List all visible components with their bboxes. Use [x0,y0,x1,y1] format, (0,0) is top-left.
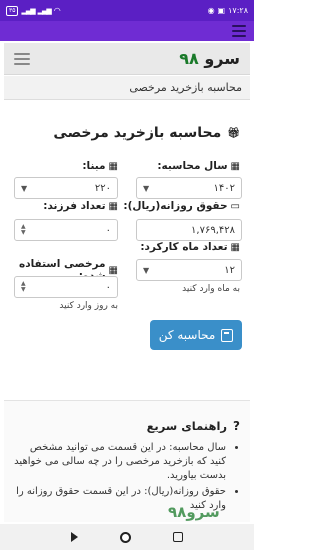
used-value: ۰ [105,281,111,293]
home-icon[interactable] [120,531,131,543]
notification-icon: ▣ [217,6,226,15]
recent-apps-icon[interactable] [173,532,183,542]
signal-icon: ▂▄▆ [21,6,35,15]
calendar-icon: ▦ [108,200,118,212]
stepper-icon[interactable]: ▲ ▼ [21,281,26,293]
calendar-icon: ▦ [108,160,118,172]
used-input[interactable]: ۰ ▲ ▼ [14,276,118,298]
gift-icon: 🎁︎ [227,127,240,139]
back-icon[interactable] [71,532,78,542]
children-label-text: تعداد فرزند: [43,200,106,212]
months-value: ۱۲ [224,264,235,276]
months-select[interactable]: ۱۲ ▼ [136,259,242,281]
mabna-label-text: مبنا: [82,160,106,172]
money-icon: ▭ [230,200,240,212]
calendar-icon: ▦ [108,264,118,276]
mabna-value: ۲۲۰ [94,182,111,194]
breadcrumb: محاسبه بازخرید مرخصی [4,76,250,100]
watermark-logo: سرو۹۸ [168,503,220,521]
brand-logo[interactable]: سرو ۹۸ [179,49,240,68]
brand-number: ۹۸ [179,49,199,68]
wage-input[interactable]: ۱,۷۶۹,۴۲۸ [136,219,242,241]
guide-item: سال محاسبه: در این قسمت می توانید مشخص ک… [14,441,226,483]
months-label-text: تعداد ماه کارکرد: [140,241,228,253]
wifi-icon: ◠ [53,6,61,15]
stepper-icon[interactable]: ▲ ▼ [21,224,26,236]
chevron-down-icon: ▼ [21,183,28,193]
mabna-select[interactable]: ۲۲۰ ▼ [14,177,118,199]
app-topbar [0,21,254,41]
wage-label: ▭ حقوق روزانه(ریال): [123,200,240,212]
chevron-down-icon: ▼ [143,265,150,275]
calculator-icon [221,328,234,342]
calendar-icon: ▦ [230,160,240,172]
used-hint: به روز وارد کنید [59,301,118,311]
navbar: سرو ۹۸ [4,43,250,75]
year-select[interactable]: ۱۴۰۲ ▼ [136,177,242,199]
wage-value: ۱,۷۶۹,۴۲۸ [191,224,235,236]
hamburger-menu-icon[interactable] [14,52,30,65]
page-title: 🎁︎ محاسبه بازخرید مرخصی [53,125,240,141]
guide-title-text: راهنمای سریع [146,419,228,433]
brand-name: سرو [204,49,240,68]
app-icon: ◉ [207,6,215,15]
children-input[interactable]: ۰ ▲ ▼ [14,219,118,241]
children-label: ▦ تعداد فرزند: [43,200,118,212]
battery-icon: ۳۵ [6,5,19,16]
year-label: ▦ سال محاسبه: [157,160,240,172]
page-title-text: محاسبه بازخرید مرخصی [53,125,222,141]
calculate-button[interactable]: محاسبه کن [150,320,242,350]
top-menu-icon[interactable] [232,25,246,37]
guide-title: ? راهنمای سریع [14,419,240,433]
chevron-down-icon: ▼ [143,183,150,193]
mabna-label: ▦ مبنا: [82,160,118,172]
wage-label-text: حقوق روزانه(ریال): [123,200,228,212]
calculate-button-label: محاسبه کن [158,328,216,342]
months-hint: به ماه وارد کنید [182,284,240,294]
status-bar: ۳۵ ▂▄▆ ▂▄▆ ◠ ◉ ▣ ۱۷:۲۸ [0,0,254,21]
year-label-text: سال محاسبه: [157,160,228,172]
calendar-icon: ▦ [230,241,240,253]
status-time: ۱۷:۲۸ [228,6,248,15]
months-label: ▦ تعداد ماه کارکرد: [140,241,240,253]
signal-icon-2: ▂▄▆ [37,6,52,15]
question-icon: ? [233,419,240,433]
year-value: ۱۴۰۲ [213,182,235,194]
system-nav-bar [0,524,254,550]
children-value: ۰ [105,224,111,236]
